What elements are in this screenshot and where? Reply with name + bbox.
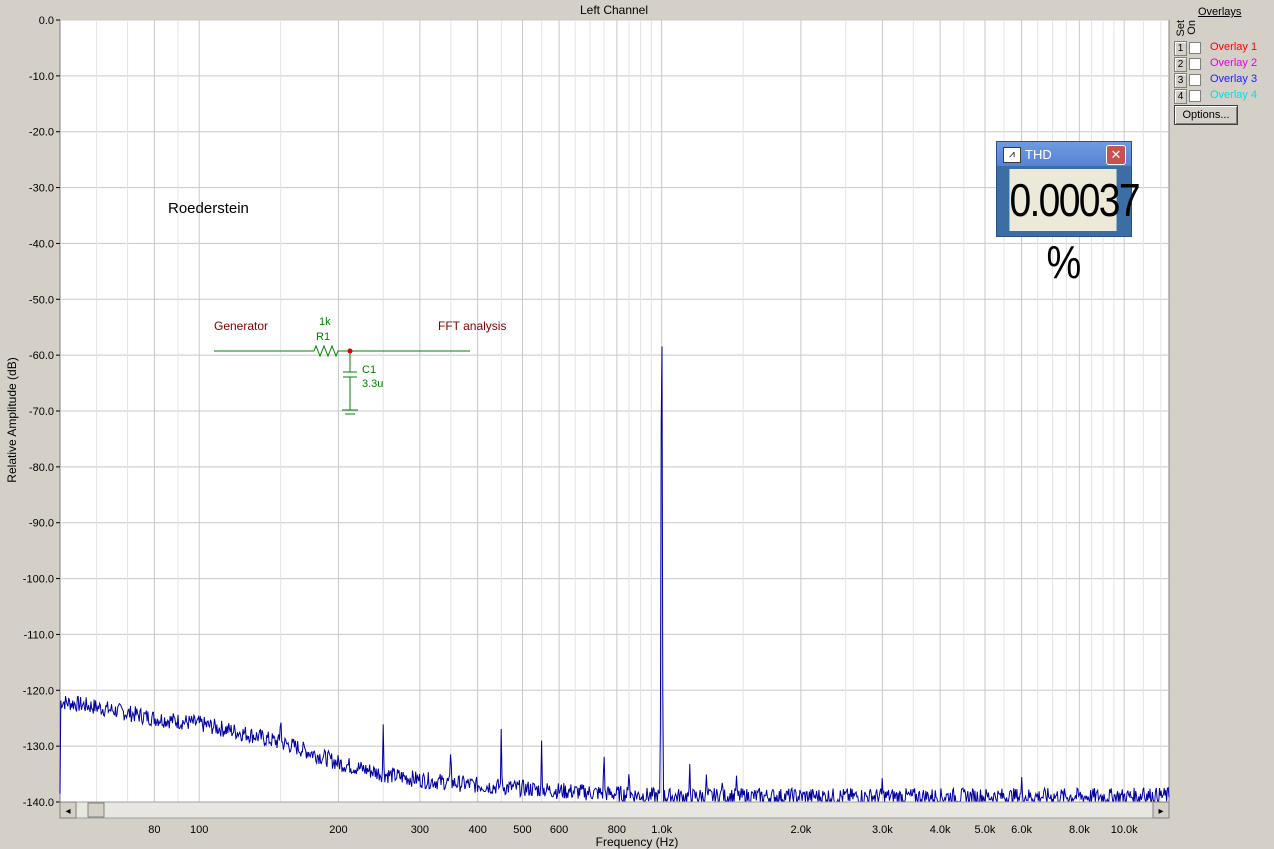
annotation-generator: Generator xyxy=(214,319,268,333)
overlay-row: 3 Overlay 3 xyxy=(1174,73,1274,89)
y-tick-label: -130.0 xyxy=(23,741,54,753)
overlays-header: Overlays xyxy=(1198,6,1242,18)
x-tick-label: 6.0k xyxy=(1011,824,1032,836)
x-tick-label: 300 xyxy=(411,824,429,836)
scroll-right-arrow-icon: ▸ xyxy=(1158,806,1163,817)
x-tick-label: 400 xyxy=(468,824,486,836)
overlay-on-checkbox[interactable] xyxy=(1189,42,1201,54)
r-name-label: R1 xyxy=(316,331,330,343)
overlay-label: Overlay 4 xyxy=(1210,89,1258,101)
y-tick-label: -50.0 xyxy=(29,294,54,306)
r-value-label: 1k xyxy=(319,316,331,328)
overlay-label: Overlay 2 xyxy=(1210,57,1258,69)
y-tick-label: -140.0 xyxy=(23,797,54,809)
overlay-label: Overlay 1 xyxy=(1210,41,1258,53)
overlay-set-button[interactable]: 3 xyxy=(1174,73,1187,88)
y-tick-label: -120.0 xyxy=(23,685,54,697)
x-tick-label: 600 xyxy=(550,824,568,836)
overlay-label: Overlay 3 xyxy=(1210,73,1258,85)
x-tick-label: 5.0k xyxy=(975,824,996,836)
scroll-thumb[interactable] xyxy=(87,802,105,818)
x-tick-label: 100 xyxy=(190,824,208,836)
thd-title: THD xyxy=(1025,147,1052,162)
annotation-name: Roederstein xyxy=(168,200,249,217)
y-tick-label: 0.0 xyxy=(39,15,54,27)
annotation-fft: FFT analysis xyxy=(438,319,506,333)
y-tick-label: -10.0 xyxy=(29,71,54,83)
close-icon[interactable]: ✕ xyxy=(1106,145,1126,165)
x-tick-label: 4.0k xyxy=(930,824,951,836)
x-tick-label: 8.0k xyxy=(1069,824,1090,836)
thd-value: 0.00037 % xyxy=(1009,169,1141,288)
overlay-on-checkbox[interactable] xyxy=(1189,74,1201,86)
x-tick-label: 3.0k xyxy=(872,824,893,836)
chart-title: Left Channel xyxy=(580,3,648,17)
scroll-left-arrow-icon: ◂ xyxy=(65,806,70,817)
horizontal-scrollbar[interactable]: ◂ ▸ xyxy=(59,801,1170,819)
on-column-label: On xyxy=(1186,20,1198,35)
x-tick-label: 10.0k xyxy=(1111,824,1138,836)
overlay-row: 2 Overlay 2 xyxy=(1174,57,1274,73)
x-tick-label: 80 xyxy=(148,824,160,836)
waveform-icon: ⩘ xyxy=(1003,147,1021,163)
c-value-label: 3.3u xyxy=(362,378,383,390)
overlays-panel: Overlays Set On 1 Overlay 1 2 Overlay 2 3 Ove… xyxy=(1170,0,1274,849)
overlay-set-button[interactable]: 1 xyxy=(1174,41,1187,56)
x-tick-label: 200 xyxy=(329,824,347,836)
y-tick-label: -20.0 xyxy=(29,127,54,139)
x-axis-label: Frequency (Hz) xyxy=(596,835,679,849)
x-tick-label: 2.0k xyxy=(791,824,812,836)
options-button[interactable]: Options... xyxy=(1174,105,1238,125)
overlay-row: 4 Overlay 4 xyxy=(1174,89,1274,105)
y-tick-label: -110.0 xyxy=(24,629,54,641)
overlay-set-button[interactable]: 4 xyxy=(1174,89,1187,104)
y-tick-label: -60.0 xyxy=(29,350,54,362)
thd-titlebar[interactable]: ⩘ THD ✕ xyxy=(997,142,1131,166)
overlay-set-button[interactable]: 2 xyxy=(1174,57,1187,72)
thd-window[interactable]: ⩘ THD ✕ 0.00037 % xyxy=(996,141,1141,288)
overlay-row: 1 Overlay 1 xyxy=(1174,41,1274,57)
y-tick-label: -70.0 xyxy=(29,406,54,418)
x-tick-label: 500 xyxy=(513,824,531,836)
overlay-on-checkbox[interactable] xyxy=(1189,90,1201,102)
y-tick-label: -40.0 xyxy=(29,238,54,250)
y-tick-label: -100.0 xyxy=(23,574,54,586)
overlay-on-checkbox[interactable] xyxy=(1189,58,1201,70)
spectrum-chart: Left Channel 0.0 -10.0 -20.0 -30.0 -40.0 -50.… xyxy=(0,0,1170,849)
y-tick-label: -90.0 xyxy=(29,518,54,530)
y-axis-label: Relative Amplitude (dB) xyxy=(5,357,19,482)
c-name-label: C1 xyxy=(362,364,376,376)
y-tick-label: -80.0 xyxy=(29,462,54,474)
y-tick-label: -30.0 xyxy=(29,183,54,195)
circuit-node xyxy=(347,348,353,354)
